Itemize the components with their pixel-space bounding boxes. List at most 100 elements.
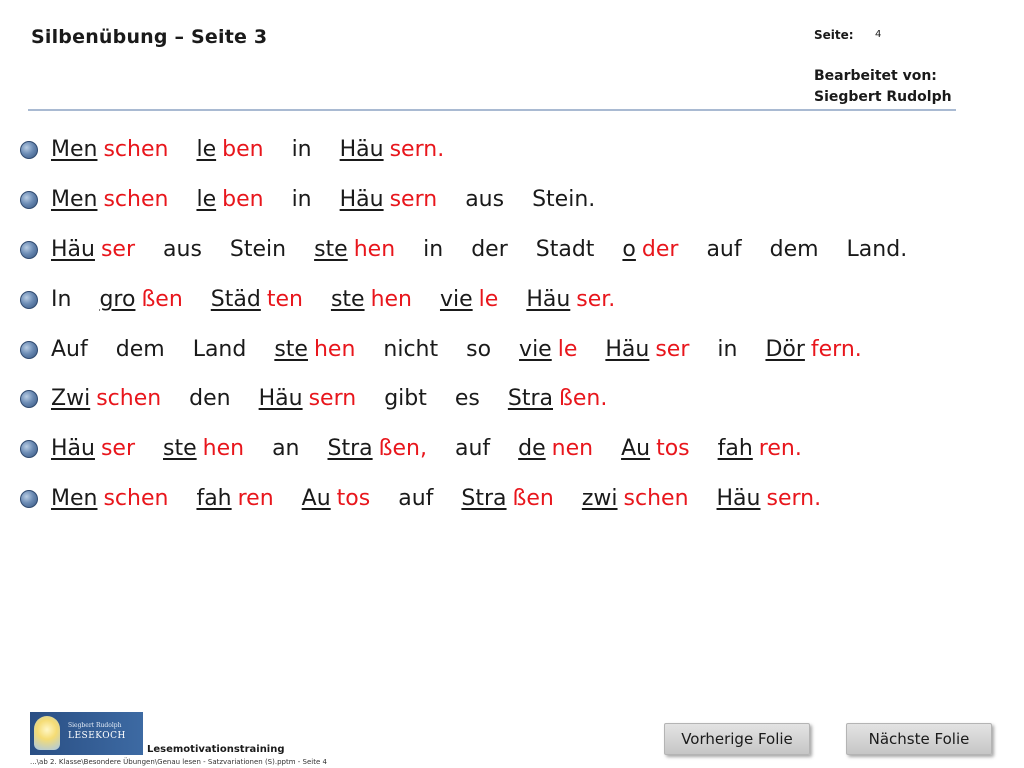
bullet-icon [20, 490, 38, 508]
syllable: in [423, 237, 444, 262]
syllable: Stra [507, 386, 553, 411]
footer-title: Lesemotivationstraining [147, 744, 285, 755]
syllable: so [466, 337, 492, 362]
syllable: zwi [581, 486, 618, 511]
word: an [272, 433, 299, 465]
syllable: hen [202, 436, 245, 461]
editor-name: Siegbert Rudolph [814, 89, 952, 105]
word: Häu ser [51, 433, 135, 465]
syllable: le [196, 137, 217, 162]
syllable: ste [274, 337, 308, 362]
word: Häu sern [340, 184, 438, 216]
word: auf [455, 433, 490, 465]
word: dem [116, 334, 165, 366]
word: Land. [847, 234, 908, 266]
bullet-icon [20, 141, 38, 159]
word: Stein [230, 234, 286, 266]
word: Häu ser [51, 234, 135, 266]
syllable: Land [192, 337, 247, 362]
syllable: Stein [229, 237, 287, 262]
syllable: hen [370, 287, 412, 312]
syllable: Häu [258, 386, 303, 411]
word: Land [193, 334, 247, 366]
syllable: der [471, 237, 508, 262]
word: in [423, 234, 443, 266]
word: aus [163, 234, 202, 266]
word: le ben [196, 184, 263, 216]
bullet-icon [20, 341, 38, 359]
word: gro ßen [99, 284, 182, 316]
syllable: auf [706, 237, 742, 262]
word: zwi schen [582, 483, 689, 515]
bullet-icon [20, 440, 38, 458]
syllable: ben [222, 187, 264, 212]
syllable: ser. [576, 287, 616, 312]
syllable: Men [51, 486, 98, 511]
word: Auf [51, 334, 88, 366]
word: Stra ßen [461, 483, 553, 515]
sentence-line: In gro ßen Städ ten ste hen vie le Häu ser. [20, 284, 615, 316]
word: In [51, 284, 71, 316]
syllable: ßen [141, 287, 183, 312]
sentence-line: Zwi schen den Häu sern gibt es Stra ßen. [20, 383, 607, 415]
syllable: ser [100, 436, 136, 461]
word: vie le [440, 284, 498, 316]
syllable: nicht [383, 337, 439, 362]
syllable: de [518, 436, 546, 461]
syllable: sern. [766, 486, 822, 511]
syllable: sern [389, 187, 438, 212]
word: nicht [383, 334, 438, 366]
previous-slide-button[interactable]: Vorherige Folie [664, 723, 810, 755]
syllable: Stadt [535, 237, 595, 262]
syllable: Häu [716, 486, 761, 511]
page-label: Seite: [814, 28, 854, 42]
bullet-icon [20, 291, 38, 309]
syllable: ren. [758, 436, 802, 461]
syllable: Dör [765, 337, 805, 362]
syllable: Stra [327, 436, 373, 461]
syllable: gibt [384, 386, 427, 411]
word: Zwi schen [51, 383, 161, 415]
syllable: der [641, 237, 679, 262]
word: Men schen [51, 134, 168, 166]
syllable: Men [51, 137, 98, 162]
word: le ben [196, 134, 263, 166]
syllable: Häu [526, 287, 571, 312]
word: Stra ßen, [328, 433, 427, 465]
word: in [292, 134, 312, 166]
syllable: in [291, 137, 312, 162]
lightbulb-icon [34, 716, 60, 750]
syllable: o [622, 237, 636, 262]
bullet-icon [20, 390, 38, 408]
sentence-line: Men schen le ben in Häu sern aus Stein. [20, 184, 595, 216]
syllable: In [51, 287, 72, 312]
syllable: ßen. [559, 386, 608, 411]
bullet-icon [20, 241, 38, 259]
syllable: Auf [51, 337, 88, 362]
syllable: es [454, 386, 480, 411]
syllable: in [291, 187, 312, 212]
syllable: sern [308, 386, 357, 411]
word: in [292, 184, 312, 216]
word: ste hen [163, 433, 244, 465]
slide-title: Silbenübung – Seite 3 [31, 26, 268, 48]
syllable: auf [454, 436, 491, 461]
word: Stein. [532, 184, 595, 216]
word: Häu ser [605, 334, 689, 366]
syllable: Stein. [532, 187, 596, 212]
syllable: sern. [389, 137, 445, 162]
word: Häu sern. [340, 134, 445, 166]
syllable: nen [551, 436, 594, 461]
syllable: tos [656, 436, 690, 461]
logo-author-text: Siegbert Rudolph [68, 722, 122, 729]
syllable: dem [769, 237, 819, 262]
syllable: Häu [51, 436, 95, 461]
word: Men schen [51, 184, 168, 216]
header-divider [28, 109, 956, 111]
syllable: den [189, 386, 231, 411]
word: Stra ßen. [508, 383, 607, 415]
word: dem [770, 234, 819, 266]
syllable: ste [163, 436, 197, 461]
word: Dör fern. [765, 334, 861, 366]
next-slide-button[interactable]: Nächste Folie [846, 723, 992, 755]
